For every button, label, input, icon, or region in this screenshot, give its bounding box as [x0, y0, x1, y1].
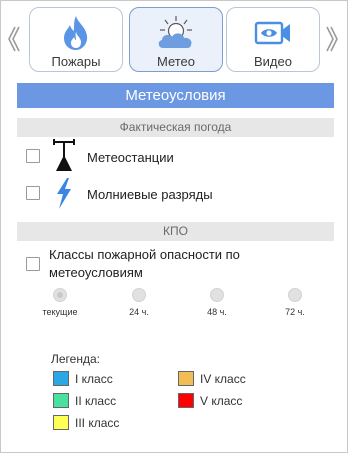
legend-swatch-class-3 [53, 415, 69, 430]
next-tab-button[interactable] [324, 19, 342, 59]
period-72h-radio[interactable] [288, 288, 302, 302]
period-48h-label: 48 ч. [207, 307, 227, 317]
tab-meteo[interactable]: Метео [129, 7, 223, 72]
period-72h-label: 72 ч. [285, 307, 305, 317]
lightning-label: Молниевые разряды [87, 187, 213, 202]
period-current-label: текущие [42, 307, 78, 317]
period-24h-label: 24 ч. [129, 307, 149, 317]
period-current-radio[interactable] [53, 288, 67, 302]
weather-stations-checkbox[interactable] [26, 149, 40, 163]
tab-meteo-label: Метео [156, 54, 196, 69]
weather-stations-label: Метеостанции [87, 150, 174, 165]
chevron-right-icon [326, 26, 338, 52]
legend-swatch-class-5 [178, 393, 194, 408]
legend-swatch-class-1 [53, 371, 69, 386]
chevron-left-icon [8, 26, 20, 52]
tab-fires-label: Пожары [51, 54, 101, 69]
fire-danger-classes-checkbox[interactable] [26, 257, 40, 271]
kpo-header: КПО [17, 222, 334, 241]
prev-tab-button[interactable] [4, 19, 22, 59]
legend-swatch-class-2 [53, 393, 69, 408]
legend-title: Легенда: [51, 352, 100, 366]
lightning-checkbox[interactable] [26, 186, 40, 200]
legend-label-class-4: IV класс [200, 372, 246, 386]
tab-video-label: Видео [254, 54, 292, 69]
section-title: Метеоусловия [17, 83, 334, 108]
period-48h-radio[interactable] [210, 288, 224, 302]
legend-swatch-class-4 [178, 371, 194, 386]
actual-weather-header: Фактическая погода [17, 118, 334, 137]
fire-danger-classes-label: Классы пожарной опасности по метеоуслови… [49, 247, 240, 280]
legend-label-class-2: II класс [75, 394, 117, 408]
legend-label-class-1: I класс [75, 372, 113, 386]
weather-station-icon [53, 139, 75, 171]
lightning-icon [57, 178, 71, 209]
sun-cloud-icon [130, 13, 222, 53]
legend-label-class-5: V класс [200, 394, 243, 408]
flame-icon [30, 13, 122, 53]
video-camera-icon [227, 13, 319, 53]
meteo-panel: Пожары Метео Видео Метеоусловия Фактичес… [0, 0, 348, 453]
tab-video[interactable]: Видео [226, 7, 320, 72]
tab-fires[interactable]: Пожары [29, 7, 123, 72]
legend-label-class-3: III класс [75, 416, 120, 430]
period-24h-radio[interactable] [132, 288, 146, 302]
